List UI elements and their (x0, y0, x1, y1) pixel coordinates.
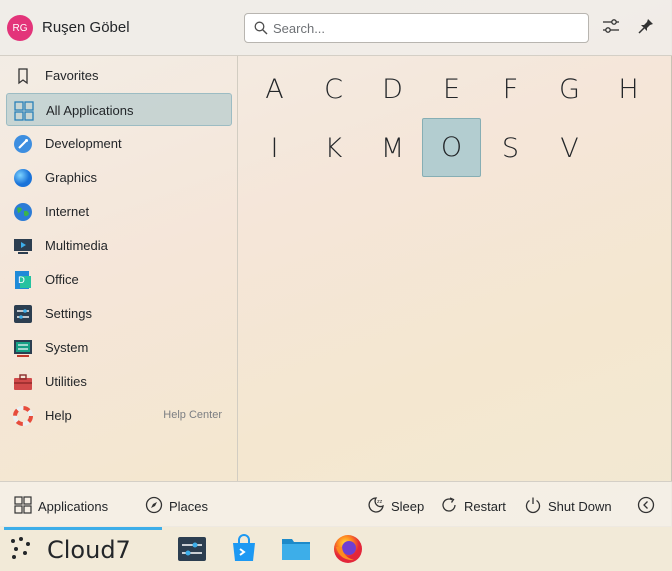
bookmark-icon (13, 66, 33, 86)
leave-menu-button[interactable] (637, 496, 661, 517)
grid-icon (14, 101, 34, 121)
category-multimedia[interactable]: Multimedia (6, 229, 232, 262)
category-utilities[interactable]: Utilities (6, 365, 232, 398)
office-icon: D (13, 270, 33, 290)
avatar[interactable]: RG (7, 15, 33, 41)
category-settings[interactable]: Settings (6, 297, 232, 330)
letter-h[interactable]: H (599, 60, 658, 119)
globe-icon (13, 202, 33, 222)
pin-icon (637, 17, 655, 40)
letter-e[interactable]: E (422, 60, 481, 119)
cloud-logo-icon (8, 535, 36, 568)
compass-icon (145, 496, 169, 517)
system-icon (13, 338, 33, 358)
svg-text:D: D (18, 276, 25, 286)
sleep-icon: zz (367, 496, 391, 517)
application-launcher: RG Ruşen Göbel Search... Favorites All A… (0, 0, 672, 527)
search-icon (254, 21, 268, 40)
toolbox-icon (13, 372, 33, 392)
search-field[interactable] (244, 13, 589, 43)
category-system[interactable]: System (6, 331, 232, 364)
file-manager-icon[interactable] (280, 533, 312, 565)
applications-tab[interactable]: Applications (14, 496, 108, 517)
user-name: Ruşen Göbel (42, 19, 130, 36)
development-icon (13, 134, 33, 154)
places-tab[interactable]: Places (145, 496, 208, 517)
category-favorites[interactable]: Favorites (6, 59, 232, 92)
brand-label: Cloud7 (47, 536, 131, 564)
multimedia-icon (13, 236, 33, 256)
launcher-footer: Applications Places zz Sleep Restart Shu… (0, 481, 672, 527)
letter-c[interactable]: C (304, 60, 363, 119)
letter-i[interactable]: I (245, 119, 304, 178)
taskbar: Cloud7 (0, 527, 672, 571)
grid-icon (14, 496, 38, 517)
restart-icon (440, 496, 464, 517)
letter-o[interactable]: O (422, 118, 481, 177)
settings-app-icon[interactable] (176, 533, 208, 565)
configure-icon (601, 17, 621, 40)
category-sidebar: Favorites All Applications Development G… (0, 56, 238, 481)
alphabet-grid: A C D E F G H I K M O S V (238, 56, 672, 481)
category-development[interactable]: Development (6, 127, 232, 160)
active-task-indicator (4, 527, 162, 530)
firefox-icon[interactable] (332, 533, 364, 565)
category-office[interactable]: D Office (6, 263, 232, 296)
letter-g[interactable]: G (540, 60, 599, 119)
power-icon (524, 496, 548, 517)
category-help[interactable]: Help Help Center (6, 399, 232, 432)
letter-d[interactable]: D (363, 60, 422, 119)
restart-button[interactable]: Restart (440, 496, 506, 517)
chevron-left-icon (637, 496, 661, 517)
category-all-applications[interactable]: All Applications (6, 93, 232, 126)
letter-a[interactable]: A (245, 60, 304, 119)
graphics-icon (13, 168, 33, 188)
letter-f[interactable]: F (481, 60, 540, 119)
sleep-button[interactable]: zz Sleep (367, 496, 424, 517)
pin-button[interactable] (634, 16, 658, 40)
letter-k[interactable]: K (304, 119, 363, 178)
search-input[interactable] (273, 18, 578, 38)
letter-v[interactable]: V (540, 119, 599, 178)
category-graphics[interactable]: Graphics (6, 161, 232, 194)
category-internet[interactable]: Internet (6, 195, 232, 228)
help-center-label: Help Center (163, 409, 222, 421)
lifebuoy-icon (13, 406, 33, 426)
launcher-header: RG Ruşen Göbel (0, 0, 672, 56)
configure-button[interactable] (599, 16, 623, 40)
shutdown-button[interactable]: Shut Down (524, 496, 612, 517)
svg-text:zz: zz (377, 499, 383, 505)
launcher-button[interactable] (8, 535, 36, 568)
settings-icon (13, 304, 33, 324)
discover-store-icon[interactable] (228, 533, 260, 565)
letter-m[interactable]: M (363, 119, 422, 178)
letter-s[interactable]: S (481, 119, 540, 178)
